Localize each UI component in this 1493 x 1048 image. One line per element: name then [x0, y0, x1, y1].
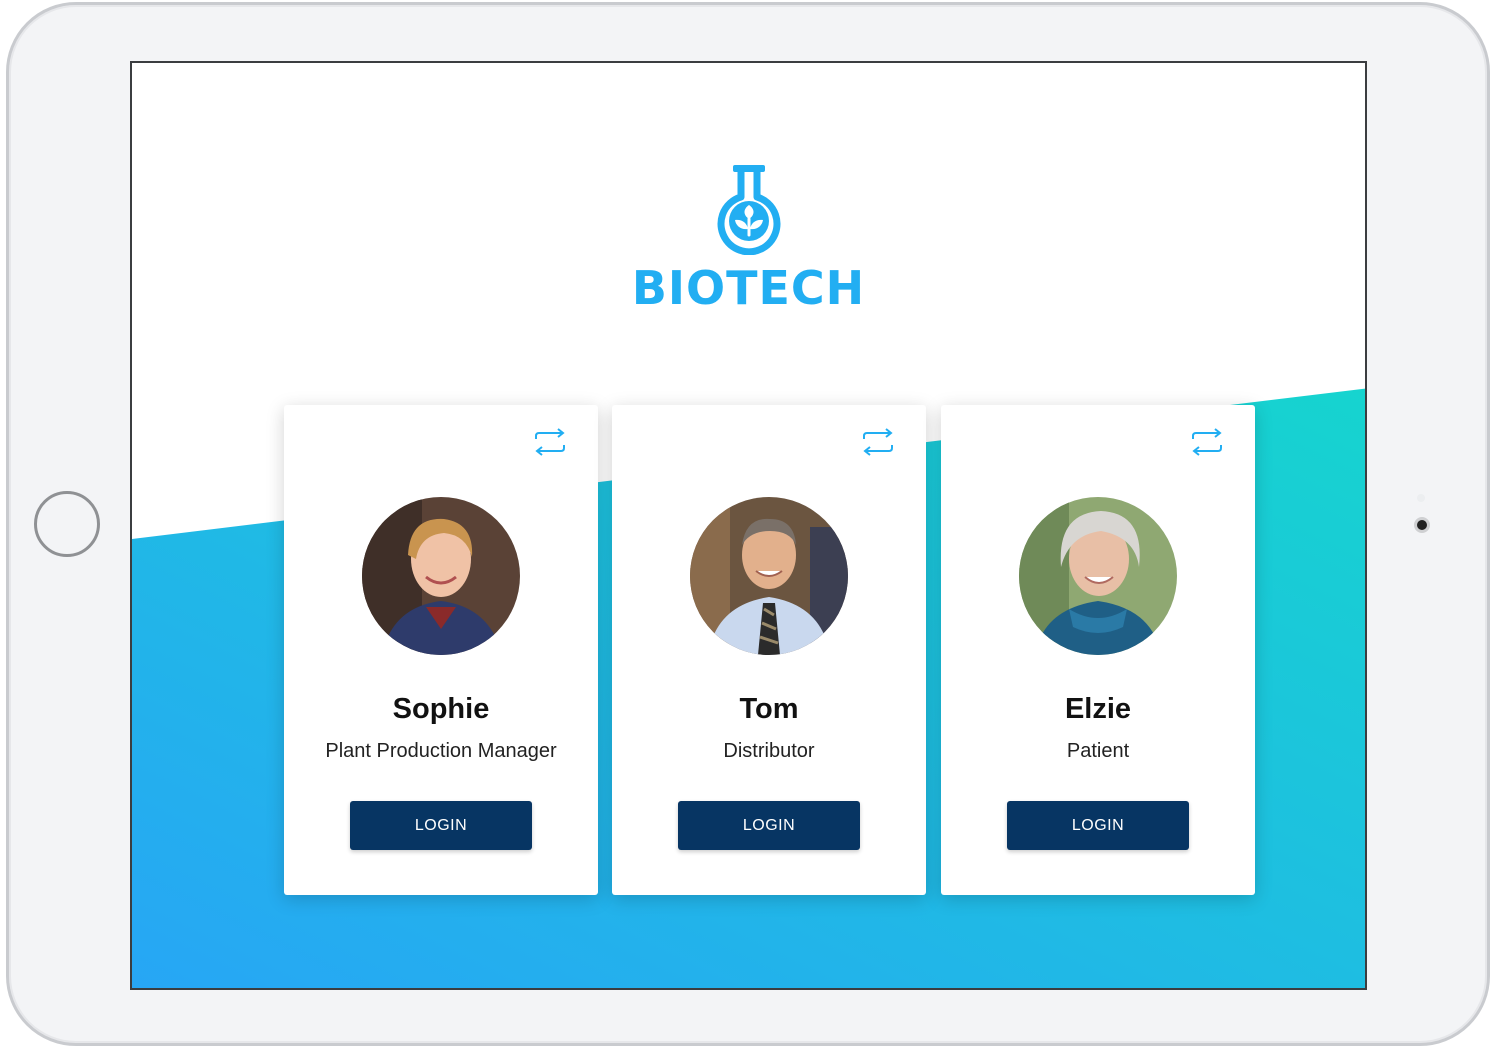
- profile-role: Distributor: [723, 740, 815, 762]
- profile-name: Sophie: [392, 693, 490, 725]
- app-screen: BIOTECH Sophie Plant Production Manager …: [130, 61, 1367, 990]
- login-button[interactable]: LOGIN: [350, 801, 532, 850]
- brand-logo: BIOTECH: [132, 163, 1365, 315]
- profile-role: Patient: [1066, 740, 1130, 762]
- swap-arrows-icon[interactable]: [532, 427, 568, 457]
- profile-card: Elzie Patient LOGIN: [941, 405, 1255, 895]
- profile-card: Tom Distributor LOGIN: [612, 405, 926, 895]
- profile-role: Plant Production Manager: [325, 740, 557, 762]
- profile-name: Elzie: [1064, 693, 1132, 725]
- login-button[interactable]: LOGIN: [1007, 801, 1189, 850]
- flask-leaf-icon: [717, 165, 780, 255]
- profile-name: Tom: [739, 693, 799, 725]
- profile-card: Sophie Plant Production Manager LOGIN: [284, 405, 598, 895]
- swap-arrows-icon[interactable]: [860, 427, 896, 457]
- camera-icon: [1414, 517, 1430, 533]
- swap-arrows-icon[interactable]: [1189, 427, 1225, 457]
- avatar-sophie: [362, 497, 520, 655]
- brand-name: BIOTECH: [631, 261, 866, 315]
- home-button[interactable]: [34, 491, 100, 557]
- avatar-elzie: [1019, 497, 1177, 655]
- light-sensor: [1417, 494, 1425, 502]
- login-button[interactable]: LOGIN: [678, 801, 860, 850]
- avatar-tom: [690, 497, 848, 655]
